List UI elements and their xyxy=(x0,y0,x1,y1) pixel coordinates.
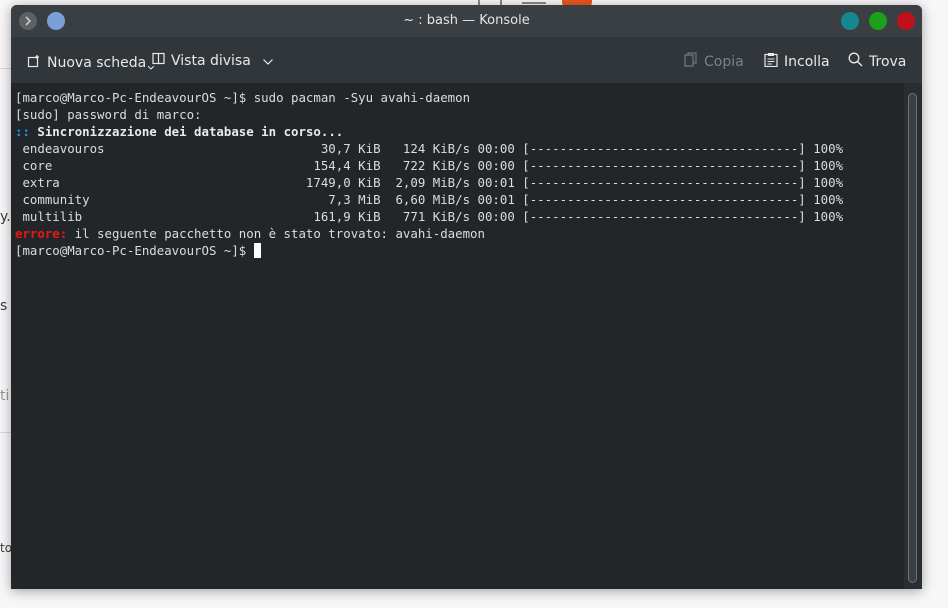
background-text: s xyxy=(0,298,8,314)
copy-label: Copia xyxy=(704,53,744,70)
new-tab-button[interactable]: Nuova scheda xyxy=(27,52,155,74)
paste-label: Incolla xyxy=(784,53,830,70)
scrollbar[interactable] xyxy=(904,83,922,589)
paste-icon xyxy=(764,52,778,71)
find-label: Trova xyxy=(869,53,907,70)
close-button[interactable] xyxy=(897,12,915,30)
split-view-button[interactable]: Vista divisa xyxy=(152,52,273,69)
terminal-line: [marco@Marco-Pc-EndeavourOS ~]$ xyxy=(15,242,904,259)
background-text: ti xyxy=(0,388,10,404)
error-message: il seguente pacchetto non è stato trovat… xyxy=(67,226,485,241)
minimize-button[interactable] xyxy=(841,12,859,30)
background-text: y. xyxy=(0,209,11,225)
paste-button[interactable]: Incolla xyxy=(764,52,830,71)
new-tab-icon xyxy=(27,54,41,72)
prompt: [marco@Marco-Pc-EndeavourOS ~]$ xyxy=(15,243,254,258)
terminal-line: multilib 161,9 KiB 771 KiB/s 00:00 [----… xyxy=(15,209,844,224)
sync-prefix: :: xyxy=(15,124,30,139)
terminal-line: [sudo] password di marco: xyxy=(15,107,202,122)
terminal-line: endeavouros 30,7 KiB 124 KiB/s 00:00 [--… xyxy=(15,141,844,156)
split-view-icon xyxy=(152,52,165,69)
maximize-button[interactable] xyxy=(869,12,887,30)
terminal-line: extra 1749,0 KiB 2,09 MiB/s 00:01 [-----… xyxy=(15,175,844,190)
title-bar[interactable]: ~ : bash — Konsole xyxy=(11,5,922,37)
terminal-line: core 154,4 KiB 722 KiB/s 00:00 [--------… xyxy=(15,158,844,173)
error-prefix: errore: xyxy=(15,226,68,241)
terminal-line: :: Sincronizzazione dei database in cors… xyxy=(15,123,904,140)
toolbar: Nuova scheda Vista divisa Copia Incolla … xyxy=(11,37,922,83)
terminal-line: errore: il seguente pacchetto non è stat… xyxy=(15,225,904,242)
copy-button[interactable]: Copia xyxy=(684,52,744,71)
copy-icon xyxy=(684,52,698,71)
chevron-down-icon xyxy=(262,53,273,69)
background-app-icon xyxy=(522,2,546,4)
konsole-window: ~ : bash — Konsole Nuova scheda Vista di… xyxy=(11,5,922,589)
window-title: ~ : bash — Konsole xyxy=(403,13,530,28)
terminal-line: community 7,3 MiB 6,60 MiB/s 00:01 [----… xyxy=(15,192,844,207)
find-button[interactable]: Trova xyxy=(848,52,906,71)
scrollbar-thumb[interactable] xyxy=(908,93,917,583)
terminal-output[interactable]: [marco@Marco-Pc-EndeavourOS ~]$ sudo pac… xyxy=(11,83,904,589)
search-icon xyxy=(848,52,863,71)
split-view-label: Vista divisa xyxy=(171,52,251,69)
sync-message: Sincronizzazione dei database in corso..… xyxy=(37,124,344,139)
text-cursor xyxy=(253,243,261,258)
terminal-line: [marco@Marco-Pc-EndeavourOS ~]$ sudo pac… xyxy=(15,90,471,105)
new-tab-label: Nuova scheda xyxy=(47,55,147,71)
